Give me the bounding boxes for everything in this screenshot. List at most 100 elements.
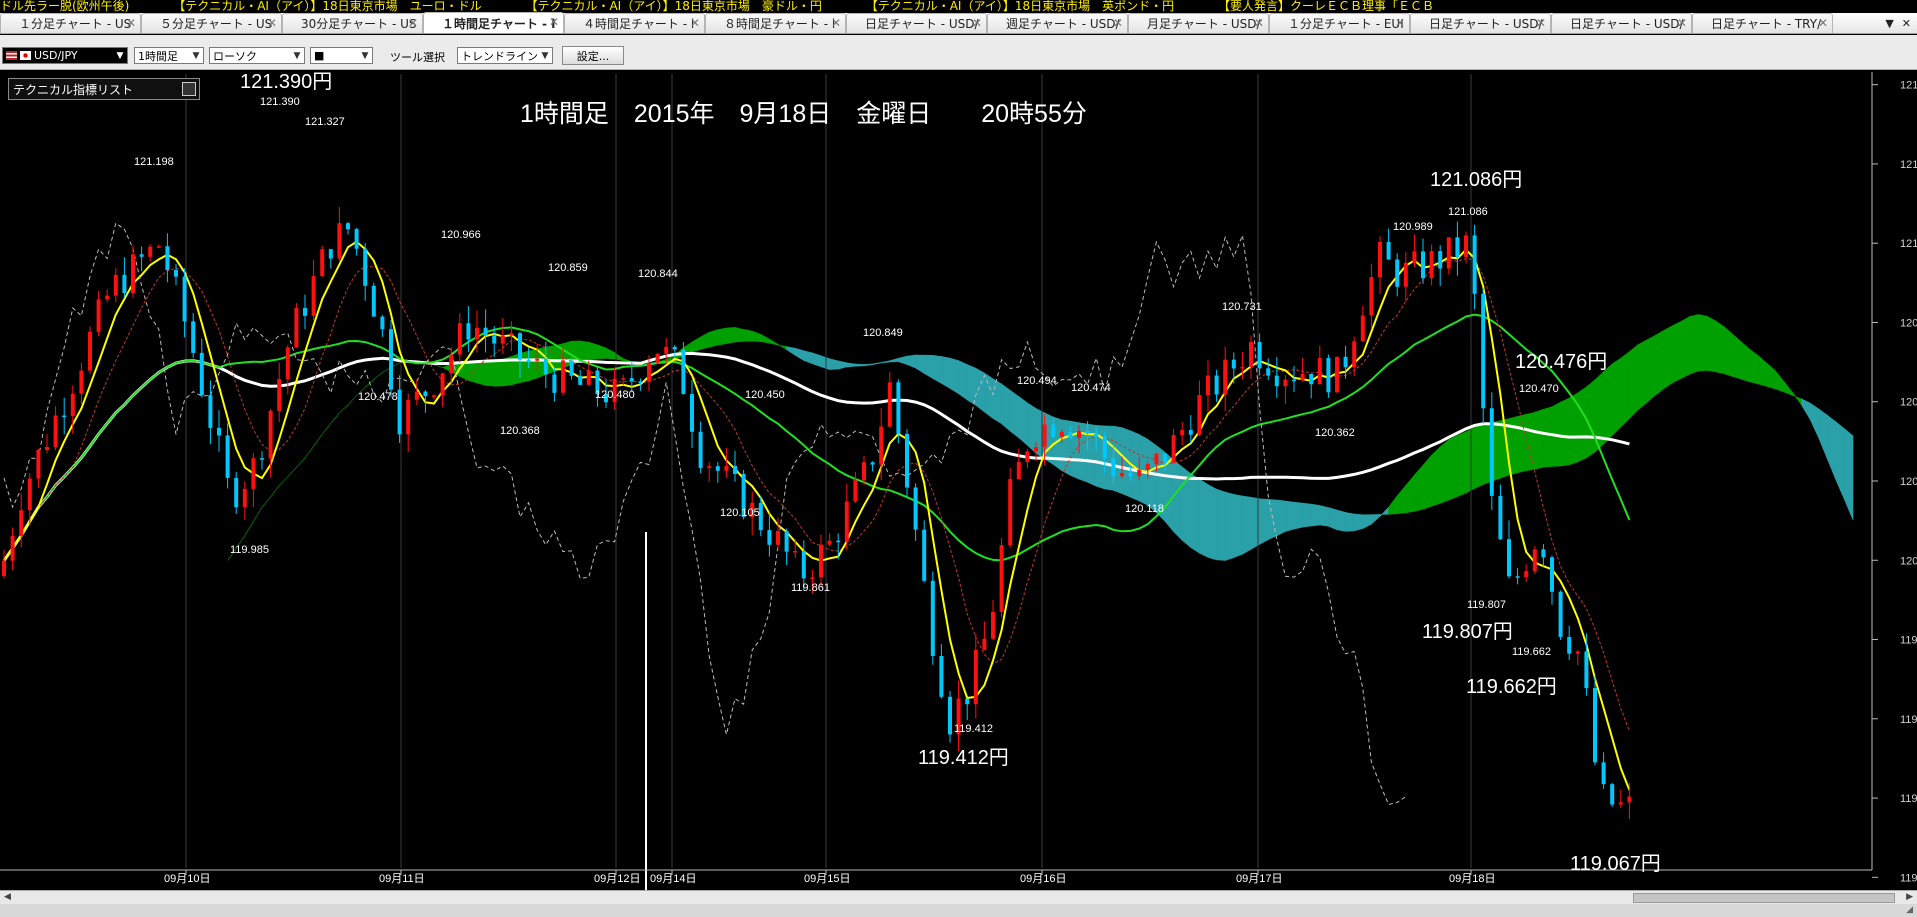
- close-icon[interactable]: ✕: [126, 16, 136, 30]
- close-icon[interactable]: ✕: [1677, 16, 1687, 30]
- indicator-list-panel[interactable]: テクニカル指標リスト: [8, 78, 200, 100]
- scroll-left-icon[interactable]: ◀: [4, 892, 11, 902]
- close-icon[interactable]: ✕: [1113, 16, 1123, 30]
- candle: [1249, 342, 1253, 367]
- close-icon[interactable]: ✕: [1254, 16, 1264, 30]
- candle: [492, 335, 497, 344]
- cloud-segment: [1190, 473, 1200, 554]
- tab-4hour[interactable]: ４時間足チャート - l ✕: [564, 13, 705, 33]
- price-annotation-small: 120.731: [1222, 301, 1262, 313]
- timeframe-label: 1時間足: [138, 49, 178, 63]
- close-icon[interactable]: ✕: [690, 16, 700, 30]
- tab-daily-usd[interactable]: 日足チャート - USD/✕: [846, 13, 987, 33]
- timeframe-select[interactable]: 1時間足 ▼: [134, 47, 204, 64]
- chevron-down-icon: ▼: [116, 50, 124, 61]
- cloud-segment: [1646, 334, 1656, 404]
- close-icon[interactable]: ✕: [267, 16, 277, 30]
- tab-1min-eur[interactable]: １分足チャート - EUI ✕: [1269, 13, 1410, 33]
- candle: [1412, 251, 1417, 263]
- candle: [294, 308, 299, 348]
- candle: [879, 426, 884, 465]
- tool-select[interactable]: トレンドライン ▼: [457, 47, 553, 64]
- price-chart-area[interactable]: 121.50 121.25 121.00 120.75 120.50 120.25 120.…: [0, 70, 1917, 917]
- candle: [1541, 549, 1546, 558]
- settings-button[interactable]: 設定...: [562, 46, 624, 65]
- tab-30min-usd[interactable]: 30分足チャート - US ✕: [282, 13, 423, 33]
- marker-select[interactable]: ■ ▼: [310, 47, 373, 64]
- close-icon[interactable]: ✕: [831, 16, 841, 30]
- horizontal-scrollbar[interactable]: ◀ ▶: [0, 890, 1917, 904]
- candle: [552, 374, 557, 393]
- candle: [131, 254, 135, 294]
- maximize-icon[interactable]: [182, 82, 196, 96]
- close-icon[interactable]: ✕: [1395, 16, 1405, 30]
- candle: [681, 349, 686, 395]
- time-tick-label: 09月16日: [1020, 873, 1066, 885]
- tab-weekly-usd[interactable]: 週足チャート - USD/✕: [987, 13, 1128, 33]
- candlestick-chart[interactable]: 121.50 121.25 121.00 120.75 120.50 120.25 120.…: [0, 70, 1917, 917]
- close-icon[interactable]: ✕: [1818, 16, 1828, 30]
- candle: [285, 347, 290, 380]
- cloud-segment: [1009, 389, 1020, 439]
- cloud-segment: [1603, 363, 1613, 445]
- tab-1hour-usd[interactable]: １時間足チャート - l ✕: [423, 12, 564, 33]
- cloud-segment: [373, 372, 383, 380]
- candle: [526, 359, 531, 362]
- cloud-segment: [1422, 454, 1432, 510]
- candle: [1558, 591, 1563, 637]
- candle: [767, 530, 772, 545]
- candle: [414, 391, 419, 400]
- candle: [629, 378, 634, 382]
- price-annotation-small: 119.807: [1467, 599, 1506, 611]
- tab-daily-usd-2[interactable]: 日足チャート - USD/✕: [1410, 13, 1551, 33]
- candle: [1214, 375, 1219, 395]
- price-annotation-small: 120.362: [1315, 427, 1355, 439]
- scroll-thumb[interactable]: [1633, 893, 1895, 903]
- cloud-segment: [700, 331, 710, 350]
- marker-label: ■: [314, 49, 325, 62]
- candle: [999, 545, 1004, 612]
- cloud-segment: [837, 360, 848, 370]
- candle: [1335, 356, 1339, 393]
- candle: [836, 540, 841, 543]
- candle: [1120, 472, 1124, 477]
- close-icon[interactable]: ✕: [549, 15, 559, 29]
- price-tick-label: 120.00: [1900, 555, 1917, 567]
- candle: [1395, 259, 1400, 287]
- tab-daily-try[interactable]: 日足チャート - TRY/✕: [1692, 13, 1833, 33]
- candle: [1163, 453, 1167, 463]
- candle: [19, 510, 24, 536]
- candle: [208, 395, 213, 428]
- resize-grip-icon[interactable]: ◢: [1906, 905, 1913, 915]
- tab-daily-usd-3[interactable]: 日足チャート - USD/✕: [1551, 13, 1692, 33]
- currency-pair-select[interactable]: USD/JPY ▼: [2, 47, 128, 64]
- cloud-segment: [915, 354, 925, 374]
- cloud-segment: [1809, 402, 1819, 438]
- price-annotation-large: 121.390円: [240, 71, 332, 93]
- cloud-segment: [1414, 464, 1424, 512]
- tab-menu-icon[interactable]: ▼: [1885, 17, 1893, 30]
- close-icon[interactable]: ✕: [408, 16, 418, 30]
- cloud-segment: [1396, 484, 1407, 515]
- tab-1min-usd[interactable]: １分足チャート - US ✕: [0, 13, 141, 33]
- cloud-segment: [1457, 431, 1467, 497]
- tab-8hour[interactable]: ８時間足チャート - l ✕: [705, 13, 846, 33]
- candle: [1438, 251, 1443, 269]
- close-icon[interactable]: ✕: [972, 16, 982, 30]
- tab-5min-usd[interactable]: ５分足チャート - US ✕: [141, 13, 282, 33]
- candle: [1025, 451, 1030, 463]
- chart-type-select[interactable]: ローソク ▼: [209, 47, 305, 64]
- news-ticker[interactable]: ドル先ラー脱(欧州午後) 【テクニカル・AI（アイ）】18日東京市場 ユーロ・ド…: [0, 0, 1917, 13]
- cloud-segment: [1018, 395, 1028, 446]
- candle: [1421, 251, 1425, 279]
- scroll-right-icon[interactable]: ▶: [1906, 892, 1913, 902]
- tab-label: １分足チャート - US: [19, 17, 132, 31]
- candle: [70, 393, 75, 416]
- price-annotation-small: 121.198: [134, 156, 174, 168]
- candle: [561, 360, 565, 393]
- tab-monthly-usd[interactable]: 月足チャート - USD/✕: [1128, 13, 1269, 33]
- cloud-segment: [270, 485, 280, 498]
- close-icon[interactable]: ✕: [1536, 16, 1546, 30]
- cloud-segment: [1697, 314, 1708, 372]
- close-all-icon[interactable]: ✕: [1902, 17, 1911, 30]
